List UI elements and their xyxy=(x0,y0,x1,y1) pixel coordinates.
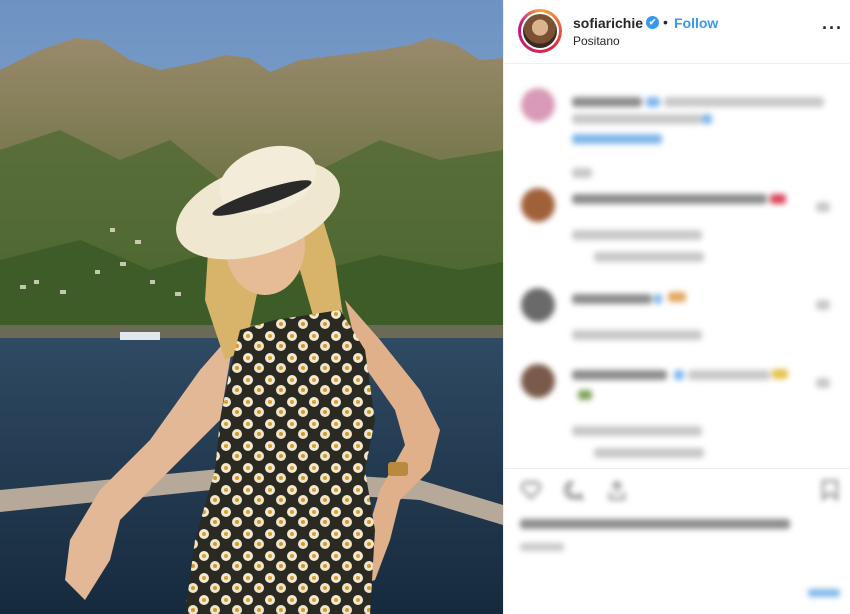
blurred-text xyxy=(572,230,702,240)
blurred-text xyxy=(688,370,770,380)
blurred-text xyxy=(772,369,788,379)
blurred-text xyxy=(646,97,660,107)
post-header: sofiarichie ✔ • Follow Positano ··· xyxy=(504,0,850,64)
photo-image xyxy=(0,0,503,614)
avatar[interactable] xyxy=(518,9,562,53)
avatar xyxy=(521,88,555,122)
blurred-text xyxy=(572,330,702,340)
blurred-text xyxy=(572,97,642,107)
follow-button[interactable]: Follow xyxy=(674,15,718,31)
blurred-text xyxy=(816,300,830,310)
bookmark-icon[interactable] xyxy=(820,479,840,502)
avatar xyxy=(521,364,555,398)
blurred-text xyxy=(578,390,592,400)
post-photo[interactable] xyxy=(0,0,503,614)
post-action-link[interactable] xyxy=(808,589,840,597)
likes-count xyxy=(520,519,790,529)
comment-icon[interactable] xyxy=(562,479,584,501)
avatar xyxy=(521,188,555,222)
blurred-text xyxy=(572,426,702,436)
blurred-text xyxy=(572,134,662,144)
avatar-image xyxy=(523,14,557,48)
blurred-text xyxy=(674,370,684,380)
username-link[interactable]: sofiarichie xyxy=(573,15,643,31)
blurred-text xyxy=(572,194,767,204)
blurred-text xyxy=(572,370,667,380)
blurred-text xyxy=(594,252,704,262)
avatar xyxy=(521,288,555,322)
verified-badge-icon: ✔ xyxy=(646,16,659,29)
blurred-text xyxy=(654,294,662,304)
blurred-text xyxy=(594,448,704,458)
blurred-text xyxy=(770,194,786,204)
share-icon[interactable] xyxy=(606,479,628,501)
location-link[interactable]: Positano xyxy=(573,34,620,48)
post-actions xyxy=(504,468,850,597)
comments-section xyxy=(504,64,850,468)
blurred-text xyxy=(702,114,712,124)
blurred-text xyxy=(664,97,824,107)
blurred-text xyxy=(572,114,702,124)
blurred-text xyxy=(816,378,830,388)
post-sidebar: sofiarichie ✔ • Follow Positano ··· xyxy=(503,0,850,614)
blurred-text xyxy=(816,202,830,212)
blurred-text xyxy=(668,292,686,302)
blurred-text xyxy=(572,294,652,304)
separator-dot: • xyxy=(663,14,668,30)
post-date xyxy=(520,543,564,551)
likes-and-date xyxy=(504,509,850,597)
more-options-icon[interactable]: ··· xyxy=(822,18,843,39)
blurred-text xyxy=(572,168,592,178)
heart-icon[interactable] xyxy=(520,479,541,500)
